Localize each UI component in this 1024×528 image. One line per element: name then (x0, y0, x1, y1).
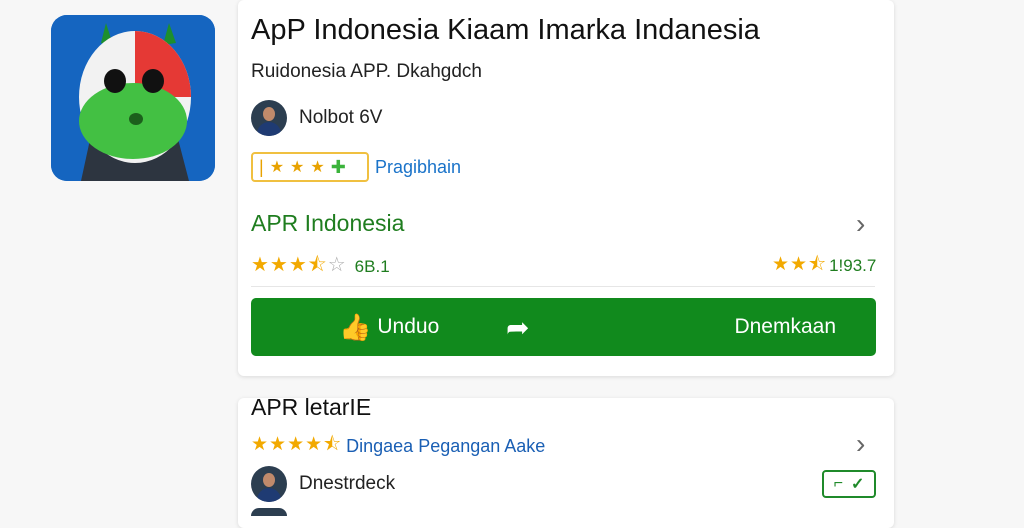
mascot-graphic (51, 15, 215, 181)
download-label: Unduo (377, 315, 440, 338)
badge-bar-icon: | (259, 156, 270, 177)
open-button[interactable]: Dnemkaan (728, 298, 836, 356)
chevron-right-icon-2[interactable]: › (856, 428, 865, 460)
badge-label: Pragibhain (375, 156, 462, 177)
install-bar-icon: ⌐ (833, 475, 843, 492)
star-rating-right: ★★⯪ (772, 254, 828, 275)
rating-row-left: ★★★⯪☆ 6B.1 (251, 250, 390, 284)
related-developer-name: Dnestrdeck (299, 473, 396, 494)
divider (251, 286, 875, 287)
leaf-icon: ✚ (330, 156, 352, 177)
related-link: Dingaea Pegangan Aake (346, 435, 546, 456)
next-item-avatar (251, 508, 287, 516)
rating-badge-row[interactable]: | ★★★ ✚ Pragibhain (251, 152, 461, 182)
install-check-icon: ✓ (850, 476, 865, 493)
developer-name: Nolbot 6V (299, 107, 383, 128)
app-mascot-icon[interactable] (51, 15, 215, 181)
chevron-right-icon[interactable]: › (856, 208, 865, 240)
related-developer-avatar (251, 466, 287, 502)
action-bar: 👍 Unduo ➦ Dnemkaan (251, 298, 876, 356)
rating-row-right: ★★⯪ 1!93.7 (772, 250, 876, 282)
share-arrow-icon: ➦ (506, 311, 530, 343)
developer-avatar (251, 100, 287, 136)
install-icon[interactable]: ⌐ ✓ (822, 470, 876, 498)
avatar-face (263, 107, 275, 121)
avatar-face (263, 473, 275, 487)
developer-row[interactable]: Nolbot 6V (251, 100, 382, 136)
thumbs-up-icon: 👍 (339, 311, 372, 342)
avatar-body (257, 488, 281, 502)
open-label: Dnemkaan (734, 315, 836, 338)
share-button[interactable]: ➦ (506, 298, 529, 356)
app-subtitle: Ruidonesia APP. Dkahgdch (251, 61, 482, 82)
related-star-rating: ★★★★⯪ (251, 434, 343, 455)
related-developer-row[interactable]: Dnestrdeck (251, 466, 395, 502)
rating-value-left: 6B.1 (354, 257, 390, 276)
rating-badge: | ★★★ ✚ (251, 152, 369, 182)
related-section-title[interactable]: APR letarIE (251, 394, 371, 421)
avatar-body (257, 122, 281, 136)
badge-stars: ★★★ (269, 159, 331, 176)
related-rating-row[interactable]: ★★★★⯪ Dingaea Pegangan Aake (251, 430, 545, 462)
section-title[interactable]: APR Indonesia (251, 210, 404, 237)
rating-value-right: 1!93.7 (829, 256, 877, 275)
app-title: ApP Indonesia Kiaam Imarka Indanesia (251, 14, 760, 46)
download-button[interactable]: 👍 Unduo (339, 298, 439, 356)
star-rating: ★★★⯪☆ (251, 254, 347, 276)
